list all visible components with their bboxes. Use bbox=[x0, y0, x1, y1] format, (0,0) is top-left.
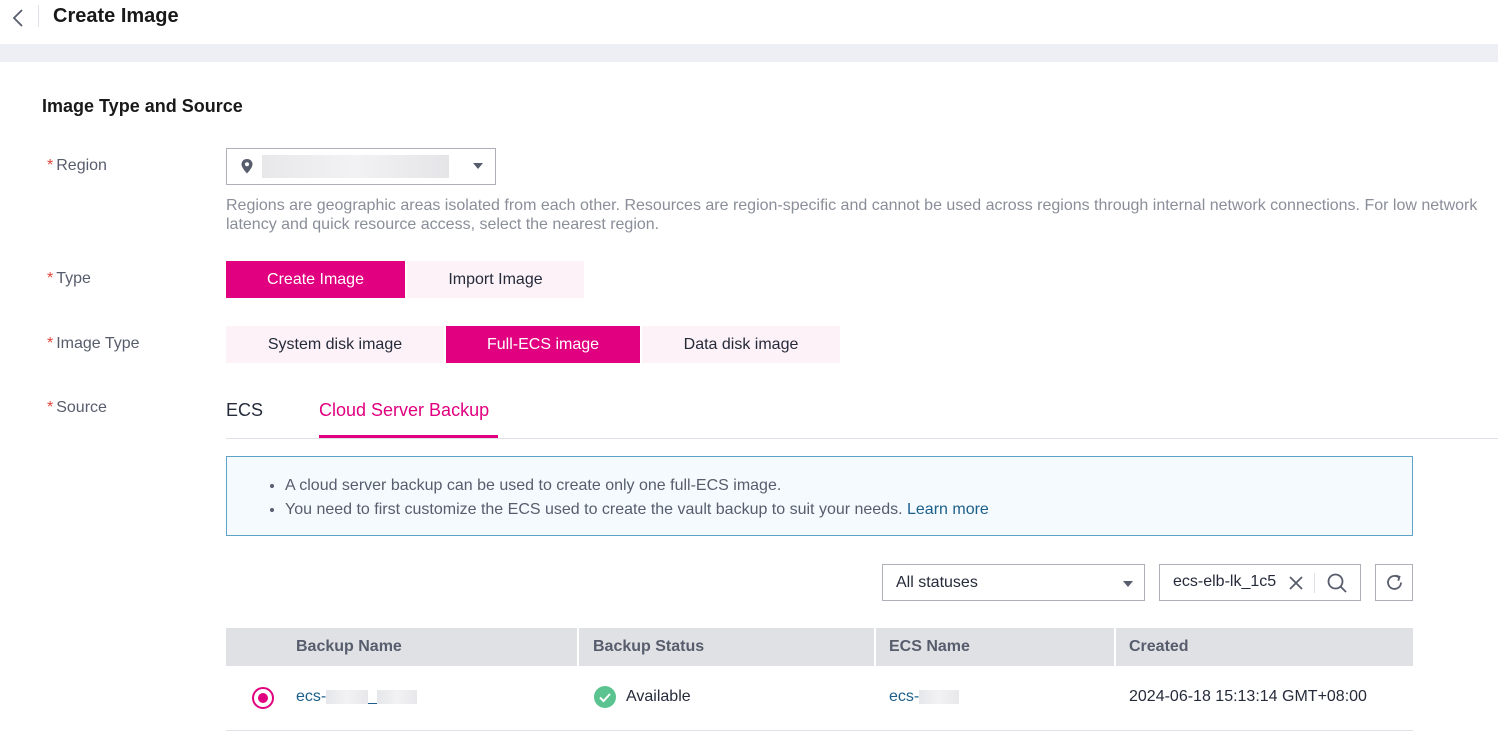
region-value-masked bbox=[262, 155, 449, 178]
page-title: Create Image bbox=[53, 5, 179, 27]
source-label: * Source bbox=[47, 399, 107, 416]
column-header-backup-status[interactable]: Backup Status bbox=[593, 628, 704, 666]
info-bullet: You need to first customize the ECS used… bbox=[285, 498, 989, 522]
header-band bbox=[0, 44, 1498, 62]
column-divider bbox=[874, 628, 876, 666]
image-type-label: * Image Type bbox=[47, 335, 140, 352]
divider bbox=[1314, 573, 1315, 593]
search-input[interactable] bbox=[1173, 573, 1281, 591]
region-hint: Regions are geographic areas isolated fr… bbox=[226, 197, 1478, 233]
search-box bbox=[1159, 564, 1361, 601]
column-divider bbox=[577, 628, 579, 666]
status-filter-select[interactable]: All statuses bbox=[882, 564, 1145, 601]
row-radio-selected[interactable] bbox=[252, 687, 274, 709]
search-icon[interactable] bbox=[1326, 572, 1348, 594]
location-pin-icon bbox=[241, 159, 253, 174]
masked-text bbox=[377, 689, 418, 704]
close-icon[interactable] bbox=[1287, 574, 1305, 592]
image-type-data-disk[interactable]: Data disk image bbox=[642, 326, 840, 363]
column-divider bbox=[1114, 628, 1116, 666]
tab-cloud-server-backup[interactable]: Cloud Server Backup bbox=[319, 400, 489, 421]
check-circle-icon bbox=[594, 686, 616, 708]
info-box: A cloud server backup can be used to cre… bbox=[226, 456, 1413, 536]
created-time: 2024-06-18 15:13:14 GMT+08:00 bbox=[1129, 688, 1367, 705]
type-label: * Type bbox=[47, 270, 91, 287]
type-create-image[interactable]: Create Image bbox=[226, 261, 405, 298]
table-header: Backup Name Backup Status ECS Name Creat… bbox=[226, 628, 1413, 666]
column-header-backup-name[interactable]: Backup Name bbox=[296, 628, 402, 666]
info-bullet: A cloud server backup can be used to cre… bbox=[285, 474, 989, 498]
status-filter-value: All statuses bbox=[896, 574, 978, 591]
active-tab-indicator bbox=[319, 435, 498, 438]
ecs-name-link[interactable]: ecs- bbox=[889, 688, 960, 706]
column-header-created[interactable]: Created bbox=[1129, 628, 1189, 666]
backup-name-link[interactable]: ecs- _ bbox=[296, 688, 418, 706]
chevron-down-icon bbox=[1123, 581, 1133, 587]
refresh-icon bbox=[1387, 574, 1402, 590]
image-type-full-ecs[interactable]: Full-ECS image bbox=[446, 326, 640, 363]
image-type-system-disk[interactable]: System disk image bbox=[226, 326, 444, 363]
region-label: * Region bbox=[47, 157, 107, 174]
chevron-down-icon bbox=[473, 163, 483, 169]
backup-status-text: Available bbox=[626, 688, 691, 705]
tab-divider bbox=[226, 438, 1498, 439]
back-icon[interactable] bbox=[8, 6, 30, 30]
masked-text bbox=[326, 689, 369, 704]
learn-more-link[interactable]: Learn more bbox=[907, 501, 989, 518]
table-row[interactable]: ecs- _ Available ecs- 2024-06-18 15:13:14… bbox=[226, 666, 1413, 731]
section-title: Image Type and Source bbox=[42, 96, 243, 116]
region-select[interactable] bbox=[226, 148, 496, 185]
refresh-button[interactable] bbox=[1375, 564, 1413, 601]
top-bar: Create Image bbox=[0, 0, 1498, 44]
tab-ecs[interactable]: ECS bbox=[226, 400, 263, 421]
column-header-ecs-name[interactable]: ECS Name bbox=[889, 628, 970, 666]
type-import-image[interactable]: Import Image bbox=[407, 261, 584, 298]
divider bbox=[38, 5, 39, 27]
masked-text bbox=[919, 689, 960, 704]
